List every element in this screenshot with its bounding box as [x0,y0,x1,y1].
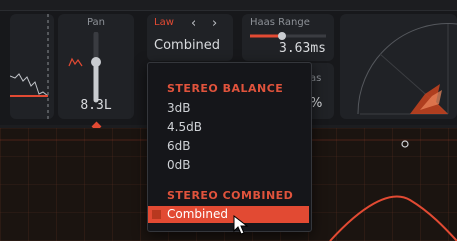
stereo-scope-graph [357,23,457,115]
law-label: Law [154,17,174,28]
selected-indicator [152,210,161,219]
option-0db[interactable]: 0dB [167,158,190,172]
chevron-left-icon[interactable]: ‹ [191,16,196,31]
haas-range-label: Haas Range [250,17,310,28]
law-dropdown-menu: STEREO BALANCE 3dB 4.5dB 6dB 0dB STEREO … [147,62,312,232]
law-selector[interactable]: Law ‹ › Combined [147,14,233,61]
curve-node [401,140,409,148]
option-combined[interactable]: Combined [148,206,309,223]
scope-waveform [10,14,49,119]
pan-value: 8.3L [80,98,112,113]
option-3db[interactable]: 3dB [167,101,190,115]
stereo-scope-display [340,14,457,119]
section-stereo-balance: STEREO BALANCE [167,82,284,95]
haas-slider-handle [278,32,286,40]
pan-fader-handle [91,57,101,67]
pan-law-icon [68,57,83,67]
option-4-5db[interactable]: 4.5dB [167,120,202,134]
pan-label: Pan [86,17,106,28]
option-6db[interactable]: 6dB [167,139,190,153]
chevron-right-icon[interactable]: › [212,16,217,31]
mouse-cursor-icon [233,215,249,235]
option-combined-label: Combined [167,207,228,221]
haas-range-panel: Haas Range 3.63ms [242,14,334,61]
pan-panel: Pan 8.3L [58,14,134,119]
haas-range-slider[interactable] [242,31,334,41]
section-stereo-combined: STEREO COMBINED [167,189,294,202]
law-value: Combined [154,38,221,53]
left-scope-display [10,14,54,119]
haas-range-value: 3.63ms [279,41,326,56]
